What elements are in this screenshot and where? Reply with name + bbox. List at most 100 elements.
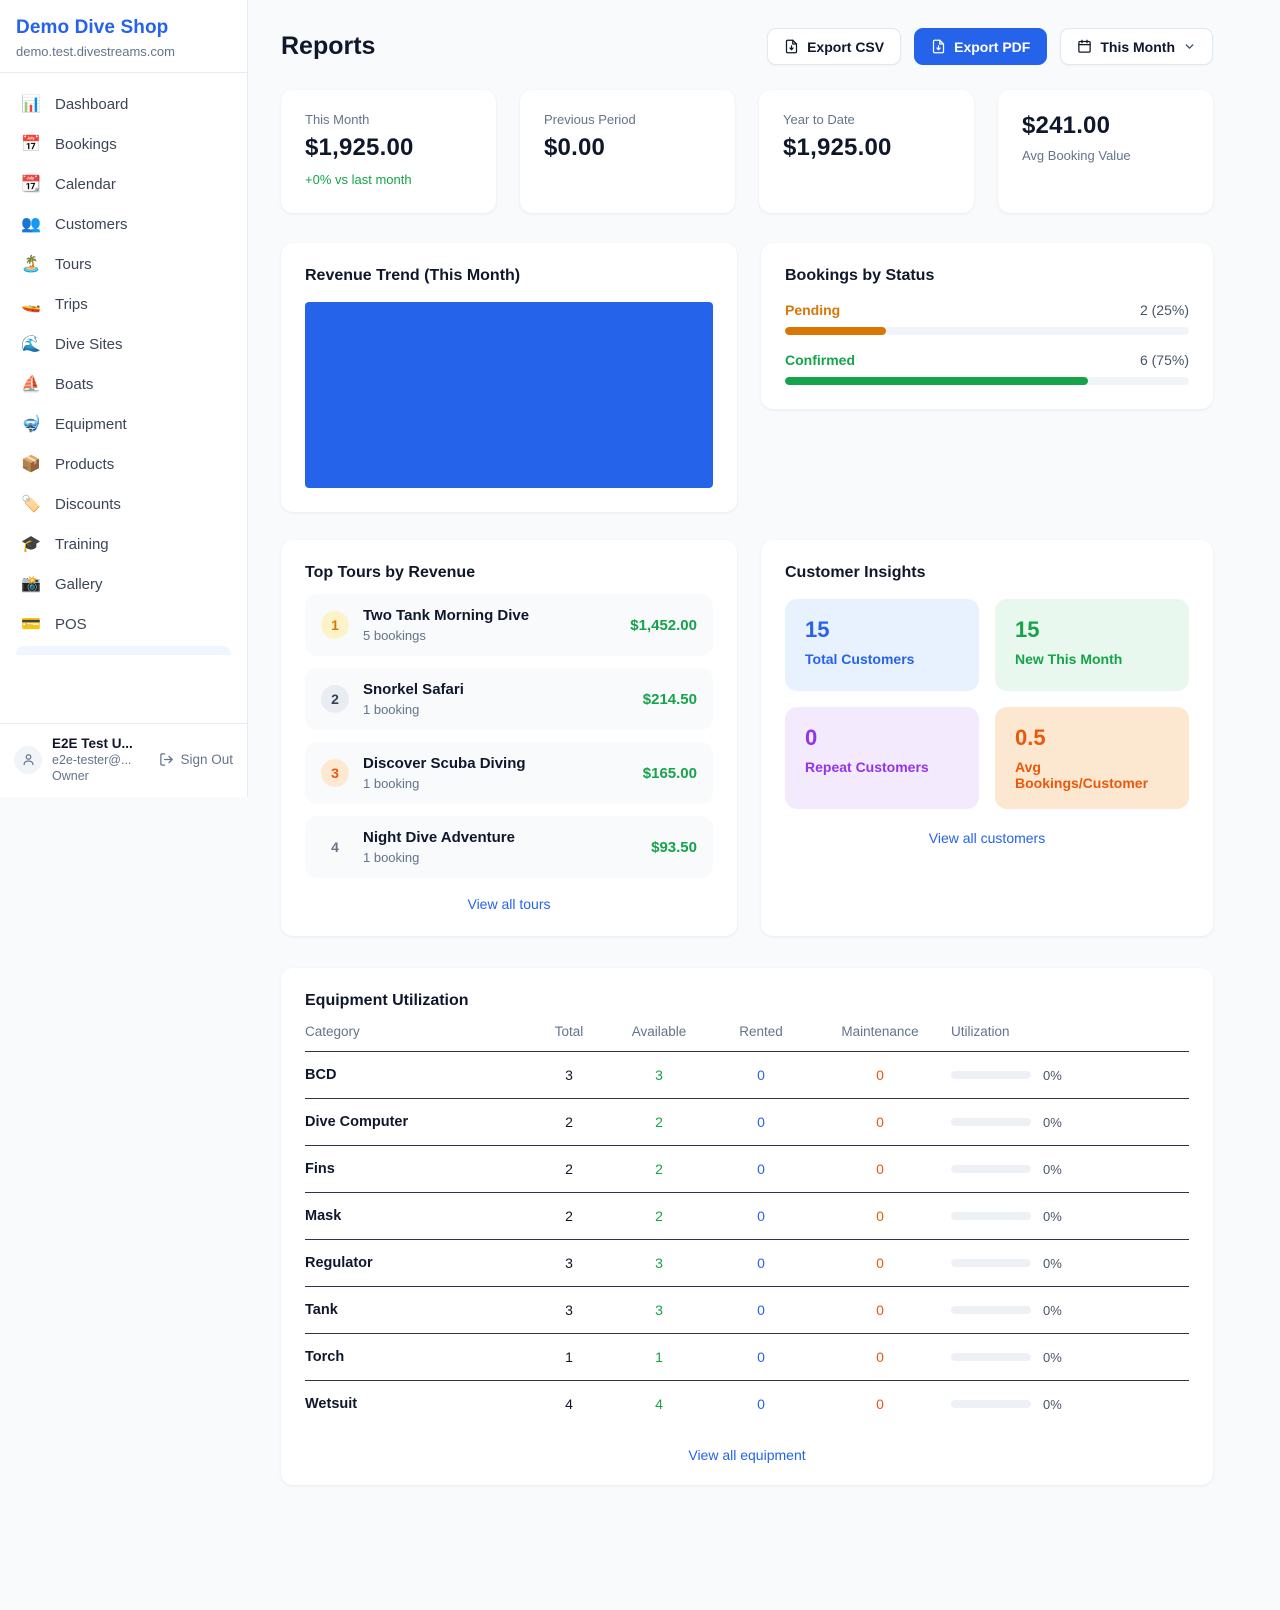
equipment-utilization-title: Equipment Utilization	[305, 992, 1189, 1010]
utilization-cell: 0%	[951, 1397, 1189, 1412]
sidebar-item-calendar[interactable]: 📆Calendar	[8, 164, 239, 204]
sidebar-item-reports-active-partial[interactable]	[16, 646, 231, 655]
page-header: Reports Export CSV Export PDF This Month	[281, 28, 1213, 65]
sidebar-item-equipment[interactable]: 🤿Equipment	[8, 404, 239, 444]
sidebar-item-boats[interactable]: ⛵Boats	[8, 364, 239, 404]
table-row: Fins 2 2 0 0 0%	[305, 1146, 1189, 1193]
page-title: Reports	[281, 32, 375, 61]
utilization-cell: 0%	[951, 1350, 1189, 1365]
view-all-equipment-link[interactable]: View all equipment	[305, 1447, 1189, 1463]
stat-card-year-to-date: Year to Date $1,925.00	[759, 90, 974, 213]
file-download-icon	[784, 39, 799, 54]
rank-badge: 1	[321, 611, 349, 639]
tour-row: 4 Night Dive Adventure1 booking $93.50	[305, 816, 713, 878]
stat-value: $1,925.00	[305, 134, 472, 162]
sidebar-item-pos[interactable]: 💳POS	[8, 604, 239, 644]
utilization-track	[951, 1259, 1031, 1267]
tour-row: 1 Two Tank Morning Dive5 bookings $1,452…	[305, 594, 713, 656]
progress-fill	[785, 377, 1088, 385]
utilization-cell: 0%	[951, 1209, 1189, 1224]
tour-revenue: $165.00	[643, 765, 697, 782]
equipment-utilization-card: Equipment Utilization Category Total Ava…	[281, 968, 1213, 1485]
sidebar-item-dive-sites[interactable]: 🌊Dive Sites	[8, 324, 239, 364]
table-row: BCD 3 3 0 0 0%	[305, 1052, 1189, 1099]
bookings-by-status-card: Bookings by Status Pending 2 (25%) Confi…	[761, 243, 1213, 409]
table-row: Wetsuit 4 4 0 0 0%	[305, 1381, 1189, 1427]
person-icon	[21, 752, 36, 767]
sidebar-item-customers[interactable]: 👥Customers	[8, 204, 239, 244]
utilization-cell: 0%	[951, 1256, 1189, 1271]
sidebar-item-trips[interactable]: 🚤Trips	[8, 284, 239, 324]
status-row-pending: Pending 2 (25%)	[785, 302, 1189, 335]
status-label: Confirmed	[785, 352, 855, 368]
island-icon: 🏝️	[20, 254, 42, 274]
utilization-track	[951, 1400, 1031, 1408]
utilization-track	[951, 1306, 1031, 1314]
insight-tile-new-this-month: 15 New This Month	[995, 599, 1189, 691]
package-icon: 📦	[20, 454, 42, 474]
customer-insights-card: Customer Insights 15 Total Customers 15 …	[761, 540, 1213, 936]
utilization-track	[951, 1212, 1031, 1220]
calendar-date-icon: 📅	[20, 134, 42, 154]
sidebar-item-discounts[interactable]: 🏷️Discounts	[8, 484, 239, 524]
tear-off-calendar-icon: 📆	[20, 174, 42, 194]
shop-name: Demo Dive Shop	[16, 17, 231, 39]
sidebar-item-dashboard[interactable]: 📊Dashboard	[8, 84, 239, 124]
stat-cards: This Month $1,925.00 +0% vs last month P…	[281, 90, 1213, 213]
utilization-track	[951, 1118, 1031, 1126]
user-name: E2E Test U...	[52, 736, 133, 751]
user-role: Owner	[52, 769, 133, 783]
insight-tile-avg-bookings: 0.5 Avg Bookings/Customer	[995, 707, 1189, 809]
stat-value: $0.00	[544, 134, 711, 162]
tour-revenue: $1,452.00	[630, 617, 697, 634]
rank-badge: 4	[321, 833, 349, 861]
sidebar-item-bookings[interactable]: 📅Bookings	[8, 124, 239, 164]
chevron-down-icon	[1183, 40, 1196, 53]
view-all-customers-link[interactable]: View all customers	[785, 830, 1189, 846]
sidebar-item-training[interactable]: 🎓Training	[8, 524, 239, 564]
stat-card-previous-period: Previous Period $0.00	[520, 90, 735, 213]
diving-mask-icon: 🤿	[20, 414, 42, 434]
period-dropdown[interactable]: This Month	[1060, 28, 1213, 65]
sidebar: Demo Dive Shop demo.test.divestreams.com…	[0, 0, 248, 797]
progress-track	[785, 377, 1189, 385]
export-pdf-button[interactable]: Export PDF	[914, 28, 1047, 65]
avatar	[14, 746, 42, 774]
revenue-trend-card: Revenue Trend (This Month)	[281, 243, 737, 512]
stat-card-this-month: This Month $1,925.00 +0% vs last month	[281, 90, 496, 213]
bar-chart-icon: 📊	[20, 94, 42, 114]
status-label: Pending	[785, 302, 840, 318]
user-email: e2e-tester@...	[52, 753, 133, 767]
sailboat-icon: ⛵	[20, 374, 42, 394]
camera-icon: 📸	[20, 574, 42, 594]
header-actions: Export CSV Export PDF This Month	[767, 28, 1213, 65]
graduation-cap-icon: 🎓	[20, 534, 42, 554]
shop-domain: demo.test.divestreams.com	[16, 44, 231, 59]
status-row-confirmed: Confirmed 6 (75%)	[785, 352, 1189, 385]
customer-insights-title: Customer Insights	[785, 564, 1189, 582]
revenue-trend-bar	[305, 302, 713, 488]
tour-row: 3 Discover Scuba Diving1 booking $165.00	[305, 742, 713, 804]
sidebar-item-products[interactable]: 📦Products	[8, 444, 239, 484]
table-row: Mask 2 2 0 0 0%	[305, 1193, 1189, 1240]
insight-tile-repeat-customers: 0 Repeat Customers	[785, 707, 979, 809]
sign-out-button[interactable]: Sign Out	[159, 752, 233, 767]
credit-card-icon: 💳	[20, 614, 42, 634]
status-count: 2 (25%)	[1140, 302, 1189, 318]
utilization-track	[951, 1353, 1031, 1361]
calendar-icon	[1077, 39, 1092, 54]
export-csv-button[interactable]: Export CSV	[767, 28, 901, 65]
sidebar-item-gallery[interactable]: 📸Gallery	[8, 564, 239, 604]
tour-revenue: $214.50	[643, 691, 697, 708]
view-all-tours-link[interactable]: View all tours	[305, 896, 713, 912]
speedboat-icon: 🚤	[20, 294, 42, 314]
tag-icon: 🏷️	[20, 494, 42, 514]
stat-value: $241.00	[1022, 112, 1189, 140]
table-row: Regulator 3 3 0 0 0%	[305, 1240, 1189, 1287]
utilization-track	[951, 1165, 1031, 1173]
file-download-icon	[931, 39, 946, 54]
bookings-by-status-title: Bookings by Status	[785, 267, 1189, 285]
sign-out-icon	[159, 752, 174, 767]
revenue-trend-title: Revenue Trend (This Month)	[305, 267, 713, 285]
sidebar-item-tours[interactable]: 🏝️Tours	[8, 244, 239, 284]
